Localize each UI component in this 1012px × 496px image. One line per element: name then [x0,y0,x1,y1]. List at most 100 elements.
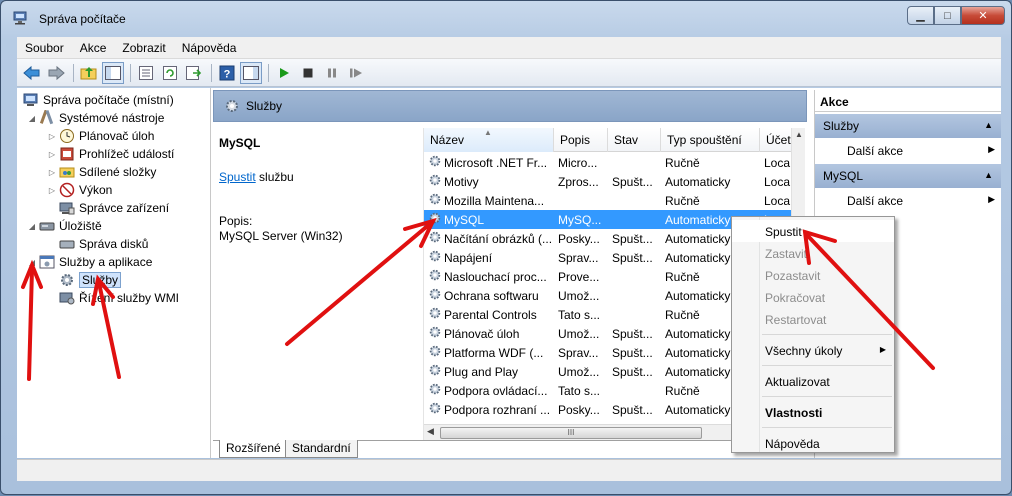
help-icon: ? [219,65,235,80]
scroll-thumb[interactable]: III [440,427,702,439]
service-name-cell: Parental Controls [424,306,554,323]
services-icon [59,272,75,288]
more-actions-services[interactable]: Další akce ▶ [815,138,1001,162]
ctx-help[interactable]: Nápověda [732,432,894,454]
toolbar-separator [130,63,131,82]
export-icon [186,65,202,80]
column-header-startup-type[interactable]: Typ spouštění [661,128,760,152]
refresh-button[interactable] [159,62,181,84]
stop-service-button[interactable] [297,62,319,84]
tree-item-event-viewer[interactable]: ▷ Prohlížeč událostí [17,145,210,163]
actions-group-services[interactable]: Služby ▲ [815,114,1001,138]
menu-soubor[interactable]: Soubor [17,41,72,55]
service-status-cell: Spušt... [612,250,653,265]
tree-item-task-scheduler[interactable]: ▷ Plánovač úloh [17,127,210,145]
tree-item-root[interactable]: Správa počítače (místní) [17,91,210,109]
tree-item-storage[interactable]: ◢ Úložiště [17,217,210,235]
tab-extended[interactable]: Rozšířené [219,440,288,458]
action-pane-button[interactable] [240,61,262,84]
table-row[interactable]: Mozilla Maintena... Ručně Loca [424,191,792,210]
service-gear-icon [428,401,442,418]
service-name-cell: Naslouchací proc... [424,268,554,285]
menu-separator [762,396,892,397]
menu-napoveda[interactable]: Nápověda [174,41,245,55]
app-window: Správa počítače ▁ □ ✕ Soubor Akce Zobraz… [0,0,1012,495]
service-name-text: Podpora rozhraní ... [444,402,551,417]
maximize-button[interactable]: □ [934,6,961,25]
ctx-refresh[interactable]: Aktualizovat [732,370,894,392]
tree-item-disk-management[interactable]: Správa disků [17,235,210,253]
menu-bar: Soubor Akce Zobrazit Nápověda [17,37,1001,59]
service-name-cell: Plánovač úloh [424,325,554,342]
table-row[interactable]: Motivy Zpros... Spušt... Automaticky Loca [424,172,792,191]
column-header-description[interactable]: Popis [554,128,608,152]
column-header-status[interactable]: Stav [608,128,661,152]
service-description-cell: Micro... [558,155,598,170]
column-header-account[interactable]: Účet [760,128,792,152]
expand-icon[interactable]: ▷ [47,186,57,195]
expand-icon[interactable]: ▷ [47,150,57,159]
collapse-up-icon[interactable]: ▲ [984,120,993,130]
column-header-name[interactable]: ▲ Název [424,128,554,152]
tree-item-shared-folders[interactable]: ▷ Sdílené složky [17,163,210,181]
export-list-button[interactable] [183,62,205,84]
service-status-cell: Spušt... [612,326,653,341]
ctx-all-tasks[interactable]: Všechny úkoly ▶ [732,339,894,361]
ctx-properties[interactable]: Vlastnosti [732,401,894,423]
scroll-up-icon[interactable]: ▲ [795,130,803,139]
tree-item-device-manager[interactable]: Správce zařízení [17,199,210,217]
expand-icon[interactable]: ▷ [47,132,57,141]
actions-group-mysql[interactable]: MySQL ▲ [815,164,1001,188]
title-bar[interactable]: Správa počítače ▁ □ ✕ [1,1,1011,35]
service-name-text: Platforma WDF (... [444,345,544,360]
close-button[interactable]: ✕ [961,6,1005,25]
service-gear-icon [428,268,442,285]
up-folder-button[interactable] [78,62,100,84]
more-actions-mysql[interactable]: Další akce ▶ [815,188,1001,212]
forward-button[interactable] [45,62,67,84]
service-startup-cell: Ručně [665,155,700,170]
tab-standard[interactable]: Standardní [285,440,358,458]
tree-item-wmi-control[interactable]: Řízení služby WMI [17,289,210,307]
restart-service-button[interactable] [345,62,367,84]
minimize-button[interactable]: ▁ [907,6,934,25]
collapse-icon[interactable]: ◢ [27,222,37,231]
service-description-pane: MySQL Spustit službu Popis: MySQL Server… [213,122,423,440]
table-row[interactable]: Microsoft .NET Fr... Micro... Ručně Loca [424,153,792,172]
help-button[interactable]: ? [216,62,238,84]
properties-list-button[interactable] [135,62,157,84]
show-hide-tree-button[interactable] [102,61,124,84]
status-bar [17,459,1001,481]
tree-item-services-apps[interactable]: ◢ Služby a aplikace [17,253,210,271]
collapse-icon[interactable]: ◢ [27,114,37,123]
restart-icon [350,68,362,77]
tree-item-system-tools[interactable]: ◢ Systémové nástroje [17,109,210,127]
menu-akce[interactable]: Akce [72,41,115,55]
service-name-text: Podpora ovládací... [444,383,548,398]
service-name-text: Plug and Play [444,364,519,379]
disk-icon [59,236,75,252]
service-name-cell: Motivy [424,173,554,190]
services-icon [224,98,240,117]
tree-item-label: Výkon [79,183,113,197]
back-button[interactable] [21,62,43,84]
pause-service-button[interactable] [321,62,343,84]
forward-arrow-icon [48,65,65,80]
collapse-up-icon[interactable]: ▲ [984,170,993,180]
expand-icon[interactable]: ▷ [47,168,57,177]
ctx-start[interactable]: Spustit [732,220,894,242]
toolbar-separator [211,63,212,82]
start-service-button[interactable] [273,62,295,84]
service-gear-icon [428,230,442,247]
service-name-text: Parental Controls [444,307,537,322]
service-name-cell: Podpora rozhraní ... [424,401,554,418]
scroll-left-icon[interactable]: ◀ [427,426,434,437]
tree-item-services[interactable]: Služby [17,271,210,289]
tree-item-performance[interactable]: ▷ Výkon [17,181,210,199]
ctx-pause: Pozastavit [765,269,821,283]
sort-ascending-icon: ▲ [484,128,492,137]
collapse-icon[interactable]: ◢ [27,258,37,267]
start-service-link[interactable]: Spustit [219,170,256,184]
service-description-cell: Umož... [558,326,600,341]
menu-zobrazit[interactable]: Zobrazit [114,41,173,55]
